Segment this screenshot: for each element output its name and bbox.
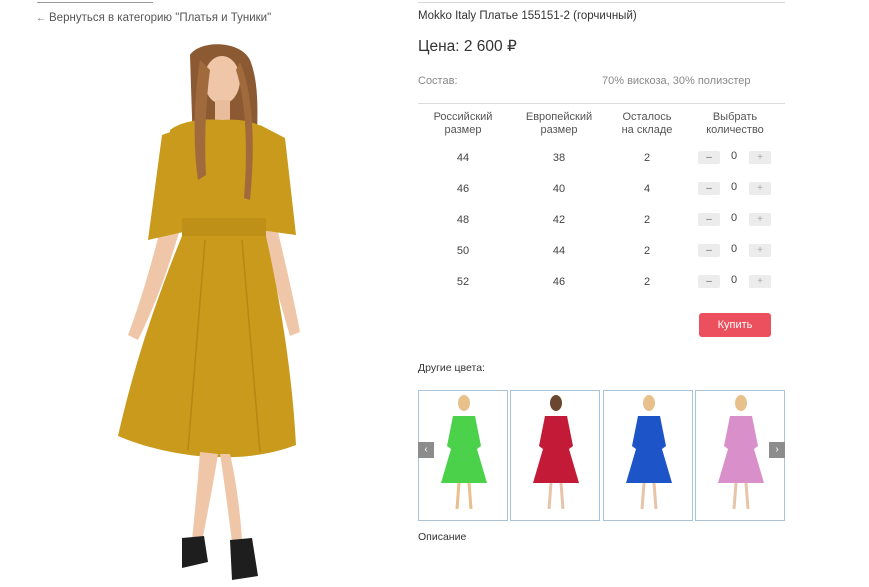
divider <box>418 103 785 104</box>
carousel-next-icon[interactable]: › <box>769 442 785 458</box>
eu-size-cell: 44 <box>552 245 566 257</box>
header-ru-size: Российский размер <box>433 111 493 136</box>
qty-minus-button[interactable]: – <box>698 244 720 257</box>
eu-size-cell: 38 <box>552 152 566 164</box>
qty-plus-button[interactable]: + <box>749 151 771 164</box>
eu-size-cell: 42 <box>552 214 566 226</box>
quantity-stepper: – 0 + <box>698 212 772 227</box>
qty-value[interactable]: 0 <box>723 181 745 193</box>
quantity-stepper: – 0 + <box>698 243 772 258</box>
other-colors-label: Другие цвета: <box>418 362 485 374</box>
qty-plus-button[interactable]: + <box>749 213 771 226</box>
stock-cell: 2 <box>643 245 651 257</box>
back-to-category-link[interactable]: ← Вернуться в категорию "Платья и Туники" <box>36 12 271 24</box>
qty-plus-button[interactable]: + <box>749 275 771 288</box>
stock-cell: 4 <box>643 183 651 195</box>
quantity-stepper: – 0 + <box>698 150 772 165</box>
qty-plus-button[interactable]: + <box>749 182 771 195</box>
qty-minus-button[interactable]: – <box>698 213 720 226</box>
product-price: Цена: 2 600 ₽ <box>418 38 517 55</box>
qty-plus-button[interactable]: + <box>749 244 771 257</box>
qty-value[interactable]: 0 <box>723 150 745 162</box>
carousel-prev-icon[interactable]: ‹ <box>418 442 434 458</box>
eu-size-cell: 46 <box>552 276 566 288</box>
product-main-photo[interactable] <box>100 40 330 587</box>
quantity-stepper: – 0 + <box>698 181 772 196</box>
ru-size-cell: 46 <box>456 183 470 195</box>
ru-size-cell: 44 <box>456 152 470 164</box>
stock-cell: 2 <box>643 214 651 226</box>
header-qty: Выбрать количество <box>706 111 764 136</box>
qty-minus-button[interactable]: – <box>698 275 720 288</box>
header-stock: Осталось на складе <box>621 111 673 136</box>
qty-minus-button[interactable]: – <box>698 182 720 195</box>
back-link-label: Вернуться в категорию "Платья и Туники" <box>49 12 272 24</box>
color-thumb-red[interactable] <box>510 390 600 521</box>
description-label: Описание <box>418 531 467 543</box>
qty-value[interactable]: 0 <box>723 274 745 286</box>
product-title: Mokko Italy Платье 155151-2 (горчичный) <box>418 10 637 22</box>
color-thumb-blue[interactable] <box>603 390 693 521</box>
qty-minus-button[interactable]: – <box>698 151 720 164</box>
header-eu-size: Европейский размер <box>525 111 593 136</box>
ru-size-cell: 48 <box>456 214 470 226</box>
composition-label: Состав: <box>418 75 458 87</box>
ru-size-cell: 50 <box>456 245 470 257</box>
top-divider-right <box>418 2 785 3</box>
eu-size-cell: 40 <box>552 183 566 195</box>
arrow-left-icon: ← <box>36 13 46 24</box>
stock-cell: 2 <box>643 152 651 164</box>
top-divider-left <box>37 2 153 3</box>
qty-value[interactable]: 0 <box>723 243 745 255</box>
qty-value[interactable]: 0 <box>723 212 745 224</box>
quantity-stepper: – 0 + <box>698 274 772 289</box>
stock-cell: 2 <box>643 276 651 288</box>
ru-size-cell: 52 <box>456 276 470 288</box>
buy-button[interactable]: Купить <box>699 313 771 337</box>
composition-value: 70% вискоза, 30% полиэстер <box>602 75 751 87</box>
